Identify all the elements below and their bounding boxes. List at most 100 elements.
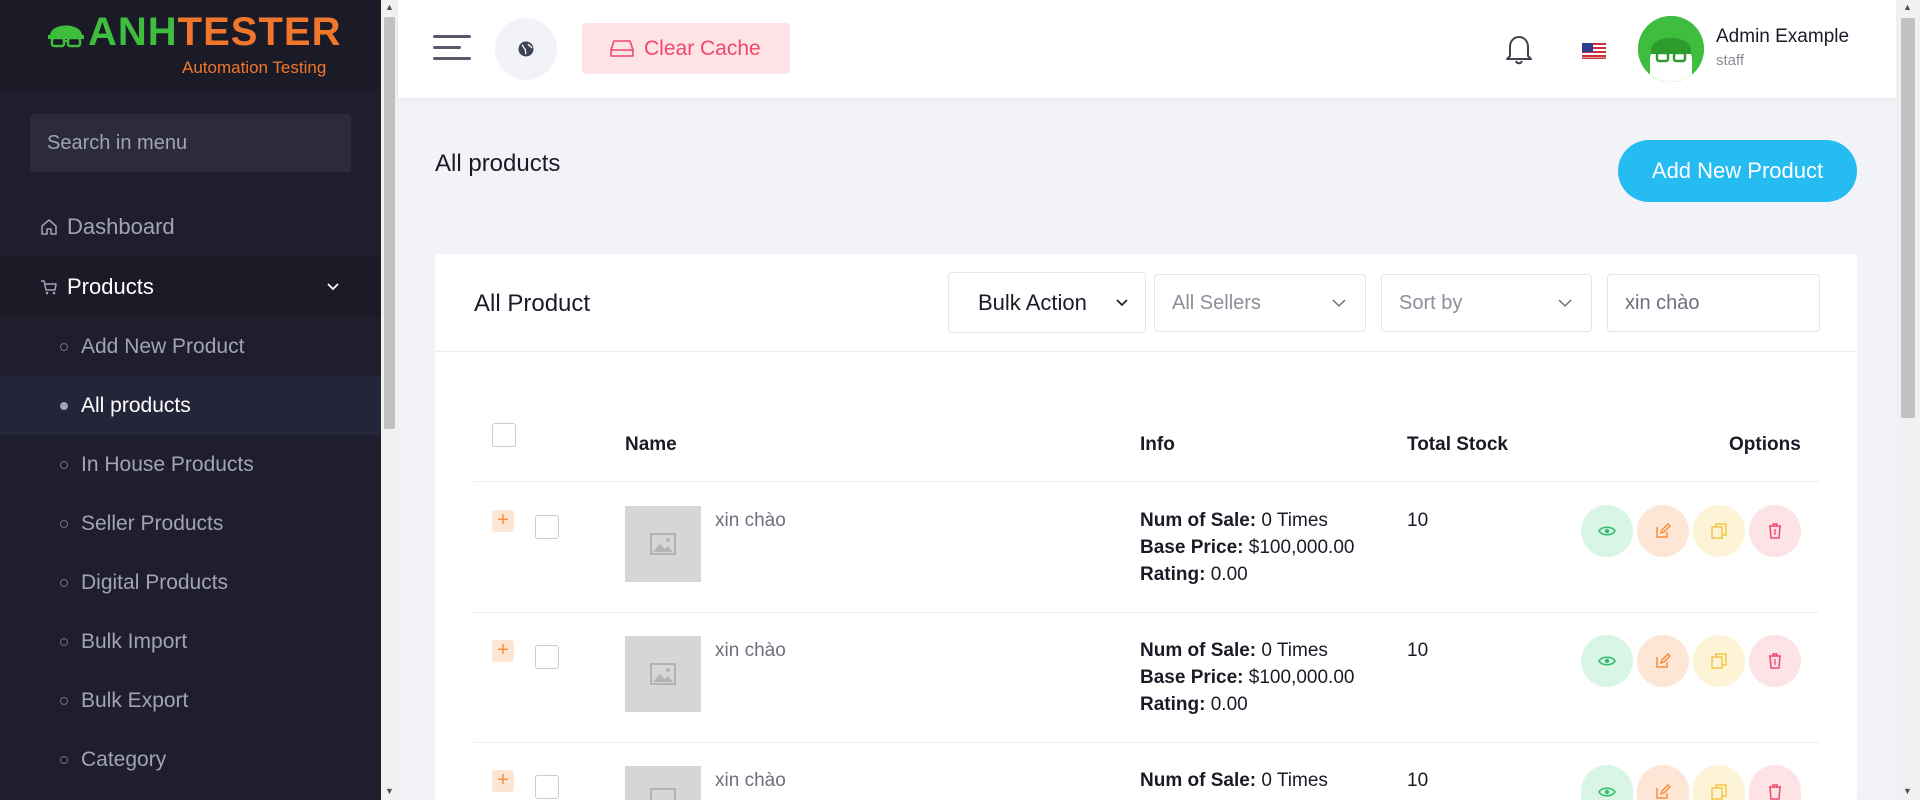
sidebar-subitem-digital-products[interactable]: Digital Products bbox=[0, 553, 381, 612]
sidebar-item-dashboard[interactable]: Dashboard bbox=[0, 197, 381, 257]
info-sale-label: Num of Sale: bbox=[1140, 510, 1257, 531]
trash-icon bbox=[1769, 783, 1781, 800]
sidebar: ANHTESTER Automation Testing Search in m… bbox=[0, 0, 381, 800]
sidebar-subitem-label: Bulk Export bbox=[81, 688, 189, 712]
bullet-icon bbox=[60, 696, 68, 705]
info-price-value: $100,000.00 bbox=[1248, 537, 1355, 558]
cart-icon bbox=[41, 280, 57, 295]
sidebar-subitem-category[interactable]: Category bbox=[0, 730, 381, 789]
avatar[interactable] bbox=[1638, 16, 1704, 82]
edit-icon bbox=[1656, 653, 1671, 668]
logo-head-icon bbox=[48, 25, 84, 48]
bulk-action-dropdown[interactable]: Bulk Action bbox=[948, 272, 1146, 333]
eye-icon bbox=[1598, 526, 1616, 536]
sidebar-scrollbar[interactable]: ▲ ▼ bbox=[381, 0, 398, 800]
bullet-icon bbox=[60, 578, 68, 587]
info-rating-value: 0.00 bbox=[1210, 564, 1248, 585]
trash-icon bbox=[1769, 523, 1781, 539]
sort-select[interactable]: Sort by bbox=[1381, 274, 1592, 332]
product-name[interactable]: xin chào bbox=[715, 640, 786, 662]
product-name[interactable]: xin chào bbox=[715, 510, 786, 532]
sidebar-subitem-add-new-product[interactable]: Add New Product bbox=[0, 317, 381, 376]
page-scrollbar-thumb[interactable] bbox=[1901, 18, 1915, 418]
sidebar-item-products[interactable]: Products bbox=[0, 257, 381, 317]
scroll-up-icon[interactable]: ▲ bbox=[385, 2, 394, 12]
visit-website-button[interactable] bbox=[495, 18, 557, 80]
view-button[interactable] bbox=[1581, 635, 1633, 687]
seller-select[interactable]: All Sellers bbox=[1154, 274, 1366, 332]
edit-button[interactable] bbox=[1637, 635, 1689, 687]
sidebar-item-label: Products bbox=[67, 274, 154, 299]
product-name[interactable]: xin chào bbox=[715, 770, 786, 792]
sidebar-subitem-in-house-products[interactable]: In House Products bbox=[0, 435, 381, 494]
sidebar-subitem-bulk-import[interactable]: Bulk Import bbox=[0, 612, 381, 671]
scroll-up-icon[interactable]: ▲ bbox=[1903, 2, 1912, 12]
menu-toggle-icon[interactable] bbox=[433, 32, 471, 64]
product-thumbnail bbox=[625, 506, 701, 582]
brand-logo[interactable]: ANHTESTER Automation Testing bbox=[0, 0, 381, 90]
delete-button[interactable] bbox=[1749, 505, 1801, 557]
scroll-down-icon[interactable]: ▼ bbox=[1903, 786, 1912, 796]
column-header-name[interactable]: Name bbox=[625, 434, 677, 456]
brand-title: ANHTESTER bbox=[88, 10, 341, 55]
card-title: All Product bbox=[474, 290, 591, 317]
product-thumbnail bbox=[625, 766, 701, 800]
row-checkbox[interactable] bbox=[535, 645, 559, 669]
expand-row-button[interactable]: + bbox=[492, 510, 514, 532]
row-checkbox[interactable] bbox=[535, 775, 559, 799]
user-name[interactable]: Admin Example bbox=[1716, 26, 1849, 48]
product-info: Num of Sale: 0 Times Base Price: $100,00… bbox=[1140, 637, 1354, 718]
info-price-label: Base Price: bbox=[1140, 667, 1244, 688]
user-avatar-icon bbox=[1638, 16, 1704, 82]
delete-button[interactable] bbox=[1749, 635, 1801, 687]
us-flag-icon[interactable] bbox=[1582, 43, 1606, 59]
column-header-info[interactable]: Info bbox=[1140, 434, 1175, 456]
sidebar-subitem-label: All products bbox=[81, 393, 191, 417]
globe-icon bbox=[518, 41, 534, 57]
expand-row-button[interactable]: + bbox=[492, 640, 514, 662]
image-placeholder-icon bbox=[650, 663, 676, 685]
info-rating-value: 0.00 bbox=[1210, 694, 1248, 715]
eye-icon bbox=[1598, 656, 1616, 666]
info-rating-label: Rating: bbox=[1140, 694, 1206, 715]
sidebar-subitem-bulk-export[interactable]: Bulk Export bbox=[0, 671, 381, 730]
duplicate-button[interactable] bbox=[1693, 635, 1745, 687]
info-sale-label: Num of Sale: bbox=[1140, 770, 1257, 791]
clear-cache-button[interactable]: Clear Cache bbox=[582, 23, 790, 74]
clear-cache-label: Clear Cache bbox=[644, 36, 761, 60]
sidebar-subitem-label: In House Products bbox=[81, 452, 254, 476]
info-sale: Num of Sale: 0 Times bbox=[1140, 637, 1354, 664]
sidebar-scrollbar-thumb[interactable] bbox=[384, 17, 395, 429]
menu-search-input[interactable]: Search in menu bbox=[30, 114, 351, 172]
add-new-product-button[interactable]: Add New Product bbox=[1618, 140, 1857, 202]
product-search-input[interactable]: xin chào bbox=[1607, 274, 1820, 332]
scroll-down-icon[interactable]: ▼ bbox=[385, 786, 394, 796]
edit-button[interactable] bbox=[1637, 505, 1689, 557]
duplicate-button[interactable] bbox=[1693, 505, 1745, 557]
sidebar-subitem-seller-products[interactable]: Seller Products bbox=[0, 494, 381, 553]
sidebar-subitem-label: Digital Products bbox=[81, 570, 229, 594]
page-scrollbar[interactable]: ▲ ▼ bbox=[1896, 0, 1920, 800]
expand-row-button[interactable]: + bbox=[492, 770, 514, 792]
chevron-down-icon bbox=[1558, 299, 1572, 308]
sidebar-subitem-label: Category bbox=[81, 747, 167, 771]
product-thumbnail bbox=[625, 636, 701, 712]
column-header-total-stock[interactable]: Total Stock bbox=[1407, 434, 1508, 456]
view-button[interactable] bbox=[1581, 505, 1633, 557]
hard-drive-icon bbox=[610, 40, 634, 57]
sidebar-subitem-label: Bulk Import bbox=[81, 629, 188, 653]
topbar: Clear Cache Admin Example staff bbox=[398, 0, 1896, 98]
brand-title-part1: ANH bbox=[88, 10, 178, 54]
chevron-down-icon bbox=[1332, 299, 1346, 308]
copy-icon bbox=[1711, 523, 1727, 539]
edit-icon bbox=[1656, 783, 1671, 799]
sidebar-subitem-all-products[interactable]: All products bbox=[0, 376, 381, 435]
info-sale-value: 0 Times bbox=[1261, 770, 1328, 791]
notification-bell-icon[interactable] bbox=[1505, 33, 1533, 65]
row-checkbox[interactable] bbox=[535, 515, 559, 539]
select-all-checkbox[interactable] bbox=[492, 423, 516, 447]
trash-icon bbox=[1769, 653, 1781, 669]
info-sale-value: 0 Times bbox=[1261, 510, 1328, 531]
seller-select-value: All Sellers bbox=[1172, 291, 1261, 314]
copy-icon bbox=[1711, 653, 1727, 669]
